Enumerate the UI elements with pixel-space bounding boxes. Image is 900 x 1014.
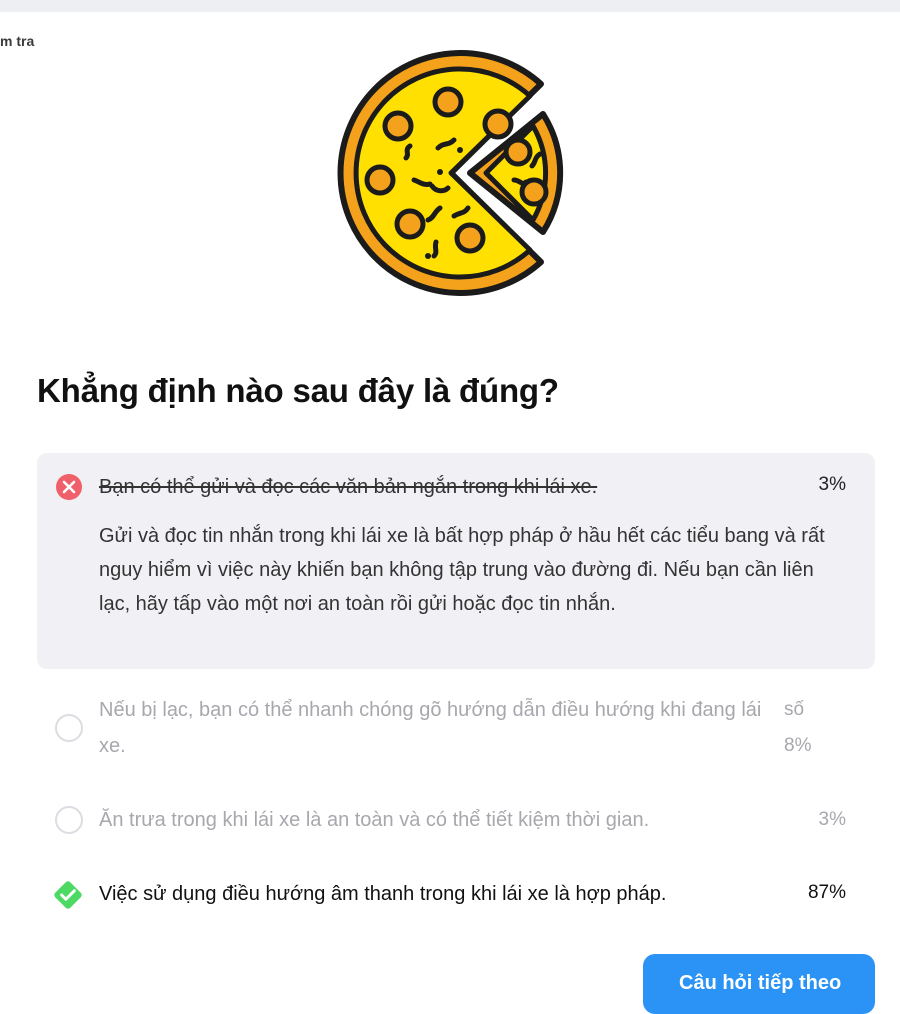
breadcrumb[interactable]: m tra: [0, 33, 34, 49]
radio-empty-icon[interactable]: [55, 714, 83, 742]
answer-percent: 3%: [818, 809, 846, 830]
radio-empty-icon[interactable]: [55, 806, 83, 834]
answer-text: Việc sử dụng điều hướng âm thanh trong k…: [99, 883, 667, 905]
answer-option-2[interactable]: Nếu bị lạc, bạn có thể nhanh chóng gõ hư…: [37, 690, 875, 780]
answer-option-3[interactable]: Ăn trưa trong khi lái xe là an toàn và c…: [37, 800, 875, 840]
answer-percent: 87%: [807, 882, 846, 903]
answer-percent: số 8%: [784, 699, 812, 756]
x-circle-icon: [56, 474, 82, 500]
top-bar: [0, 0, 900, 12]
next-question-label: Câu hỏi tiếp theo: [679, 972, 842, 994]
question-title: Khẳng định nào sau đây là đúng?: [37, 372, 559, 409]
pizza-slice-icon: [337, 50, 564, 296]
answer-percent: 3%: [818, 474, 846, 495]
answer-text: Nếu bị lạc, bạn có thể nhanh chóng gõ hư…: [99, 699, 762, 757]
answer-option-1[interactable]: Bạn có thể gửi và đọc các văn bản ngắn t…: [37, 453, 875, 669]
answer-option-4[interactable]: Việc sử dụng điều hướng âm thanh trong k…: [37, 874, 875, 914]
answer-explanation: Gửi và đọc tin nhắn trong khi lái xe là …: [99, 525, 825, 615]
next-question-button[interactable]: Câu hỏi tiếp theo: [643, 954, 875, 1014]
answer-text: Bạn có thể gửi và đọc các văn bản ngắn t…: [99, 476, 598, 498]
check-diamond-icon: [54, 881, 82, 909]
answer-text: Ăn trưa trong khi lái xe là an toàn và c…: [99, 809, 650, 831]
